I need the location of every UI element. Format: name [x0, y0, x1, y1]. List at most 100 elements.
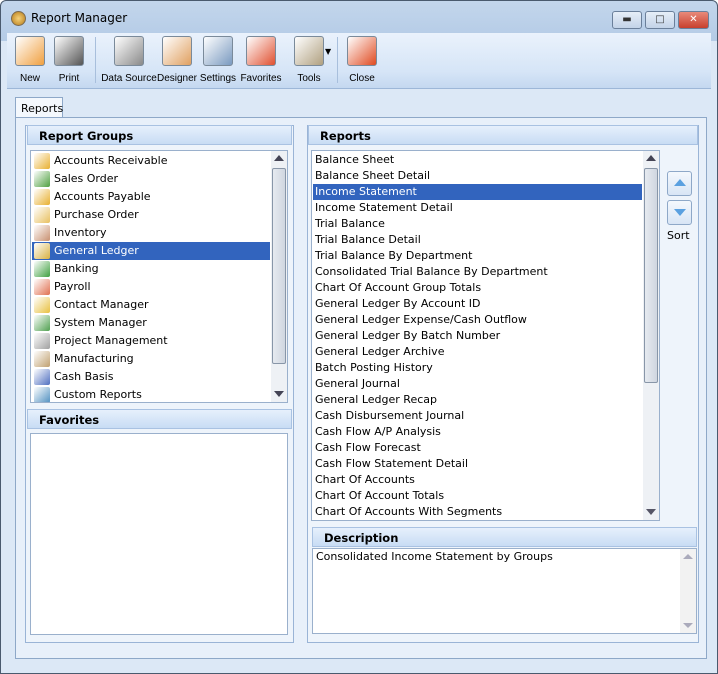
manufacturing-icon — [34, 351, 50, 367]
report-groups-header: Report Groups — [27, 125, 292, 145]
scroll-down-icon[interactable] — [646, 509, 656, 515]
list-item[interactable]: Purchase Order — [32, 206, 270, 224]
list-item[interactable]: Manufacturing — [32, 350, 270, 368]
sort-down-button[interactable] — [667, 200, 692, 225]
favorites-header: Favorites — [27, 409, 292, 429]
report-item[interactable]: General Ledger By Account ID — [313, 296, 642, 312]
new-report-icon — [15, 36, 45, 66]
tab-reports[interactable]: Reports — [15, 97, 63, 118]
maximize-button[interactable]: □ — [645, 11, 675, 29]
sales-order-icon — [34, 171, 50, 187]
toolbar-button-new[interactable]: New — [11, 33, 49, 89]
settings-icon — [203, 36, 233, 66]
report-item[interactable]: Trial Balance — [313, 216, 642, 232]
report-item[interactable]: General Journal — [313, 376, 642, 392]
report-item[interactable]: General Ledger Recap — [313, 392, 642, 408]
toolbar-button-close[interactable]: Close — [342, 33, 382, 89]
report-item[interactable]: Consolidated Trial Balance By Department — [313, 264, 642, 280]
list-item-label: System Manager — [54, 316, 147, 329]
sort-up-button[interactable] — [667, 171, 692, 196]
report-item[interactable]: Cash Flow Statement Detail — [313, 456, 642, 472]
list-item[interactable]: System Manager — [32, 314, 270, 332]
list-item[interactable]: Cash Basis — [32, 368, 270, 386]
new-label: New — [19, 73, 40, 84]
list-item[interactable]: General Ledger — [32, 242, 270, 260]
designer-label: Designer — [156, 73, 198, 84]
list-item-label: Custom Reports — [54, 388, 142, 401]
toolbar: New Print Data Source Designer Settings Favor… — [7, 33, 711, 89]
list-item[interactable]: Payroll — [32, 278, 270, 296]
report-item[interactable]: Cash Flow A/P Analysis — [313, 424, 642, 440]
settings-label: Settings — [199, 73, 237, 84]
report-item[interactable]: Income Statement — [313, 184, 642, 200]
tools-dropdown-icon[interactable]: ▼ — [325, 47, 331, 56]
report-item[interactable]: Trial Balance By Department — [313, 248, 642, 264]
report-item[interactable]: Chart Of Accounts With Segments — [313, 504, 642, 520]
groups-scrollbar[interactable] — [271, 151, 287, 402]
toolbar-button-print[interactable]: Print — [50, 33, 88, 89]
toolbar-button-data-source[interactable]: Data Source — [97, 33, 161, 89]
scrollbar-thumb[interactable] — [272, 168, 286, 364]
report-item[interactable]: General Ledger By Batch Number — [313, 328, 642, 344]
list-item-label: Purchase Order — [54, 208, 139, 221]
list-item-label: General Ledger — [54, 244, 139, 257]
report-item[interactable]: General Ledger Archive — [313, 344, 642, 360]
list-item-label: Sales Order — [54, 172, 119, 185]
list-item[interactable]: Banking — [32, 260, 270, 278]
banking-icon — [34, 261, 50, 277]
inventory-icon — [34, 225, 50, 241]
description-box[interactable]: Consolidated Income Statement by Groups — [312, 548, 697, 634]
sort-label: Sort — [667, 229, 690, 242]
report-item[interactable]: Balance Sheet — [313, 152, 642, 168]
toolbar-button-designer[interactable]: Designer — [155, 33, 199, 89]
report-item[interactable]: Chart Of Accounts — [313, 472, 642, 488]
accounts-payable-icon — [34, 189, 50, 205]
list-item[interactable]: Accounts Receivable — [32, 152, 270, 170]
scroll-up-icon[interactable] — [274, 155, 284, 161]
arrow-down-icon — [674, 209, 686, 216]
list-item-label: Accounts Payable — [54, 190, 151, 203]
app-icon — [11, 11, 26, 26]
list-item[interactable]: Inventory — [32, 224, 270, 242]
close-report-icon — [347, 36, 377, 66]
toolbar-button-favorites[interactable]: Favorites — [238, 33, 284, 89]
report-item[interactable]: Balance Sheet Detail — [313, 168, 642, 184]
report-item[interactable]: Cash Flow Forecast — [313, 440, 642, 456]
data-source-label: Data Source — [101, 73, 157, 84]
report-item[interactable]: Trial Balance Detail — [313, 232, 642, 248]
system-manager-icon — [34, 315, 50, 331]
scrollbar-thumb[interactable] — [644, 168, 658, 383]
report-item[interactable]: Chart Of Account Group Totals — [313, 280, 642, 296]
favorites-list[interactable] — [30, 433, 288, 635]
reports-scrollbar[interactable] — [643, 151, 659, 520]
list-item[interactable]: Project Management — [32, 332, 270, 350]
report-item[interactable]: Cash Disbursement Journal — [313, 408, 642, 424]
list-item[interactable]: Contact Manager — [32, 296, 270, 314]
report-groups-list[interactable]: Accounts Receivable Sales Order Accounts P… — [30, 150, 288, 403]
close-window-button[interactable]: ✕ — [678, 11, 709, 29]
purchase-order-icon — [34, 207, 50, 223]
reports-list[interactable]: Balance Sheet Balance Sheet Detail Income … — [311, 150, 660, 521]
report-item[interactable]: Batch Posting History — [313, 360, 642, 376]
close-label: Close — [349, 73, 375, 84]
report-item[interactable]: Chart Of Account Totals — [313, 488, 642, 504]
minimize-button[interactable]: ▬ — [612, 11, 642, 29]
list-item-label: Cash Basis — [54, 370, 114, 383]
accounts-receivable-icon — [34, 153, 50, 169]
toolbar-button-settings[interactable]: Settings — [197, 33, 239, 89]
payroll-icon — [34, 279, 50, 295]
report-item[interactable]: Income Statement Detail — [313, 200, 642, 216]
description-scrollbar[interactable] — [680, 549, 696, 633]
list-item-label: Payroll — [54, 280, 91, 293]
tools-icon — [294, 36, 324, 66]
scroll-up-icon[interactable] — [683, 554, 693, 559]
scroll-down-icon[interactable] — [683, 623, 693, 628]
list-item[interactable]: Sales Order — [32, 170, 270, 188]
report-item[interactable]: General Ledger Expense/Cash Outflow — [313, 312, 642, 328]
scroll-down-icon[interactable] — [274, 391, 284, 397]
toolbar-separator — [337, 37, 338, 83]
scroll-up-icon[interactable] — [646, 155, 656, 161]
list-item[interactable]: Custom Reports — [32, 386, 270, 402]
list-item[interactable]: Accounts Payable — [32, 188, 270, 206]
toolbar-button-tools[interactable]: Tools — [285, 33, 333, 89]
